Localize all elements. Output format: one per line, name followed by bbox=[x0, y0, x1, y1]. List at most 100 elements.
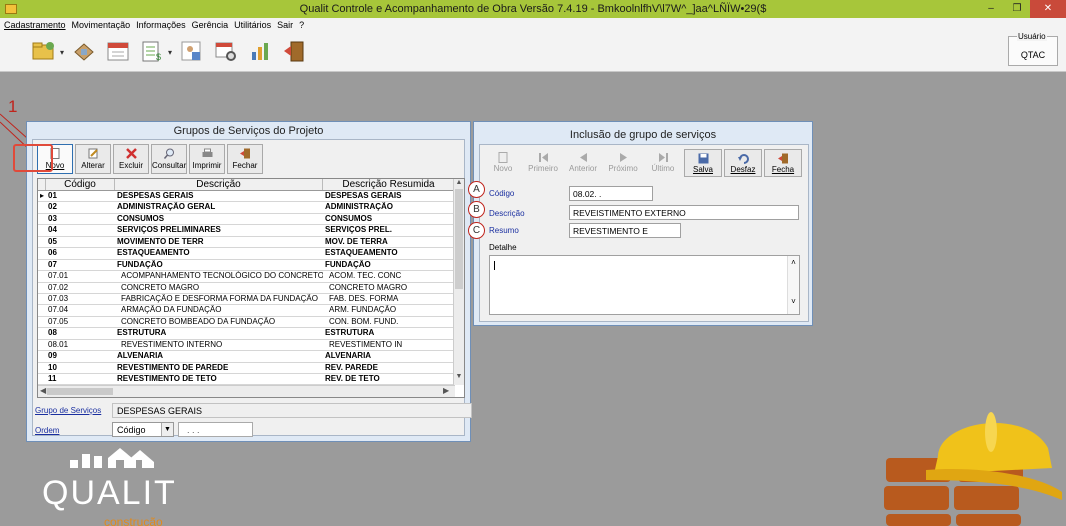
cell-descricao-resumida[interactable]: CONSUMOS bbox=[323, 214, 455, 224]
imprimir-button[interactable]: Imprimir bbox=[189, 144, 225, 174]
cell-descricao-resumida[interactable]: ESTRUTURA bbox=[323, 328, 455, 338]
calendar-icon[interactable] bbox=[106, 40, 132, 64]
desfaz-button[interactable]: Desfaz bbox=[724, 149, 762, 177]
table-row[interactable]: 07.02 CONCRETO MAGRO CONCRETO MAGRO bbox=[38, 283, 464, 294]
exit-door-icon[interactable] bbox=[282, 40, 308, 64]
cell-descricao[interactable]: ESTAQUEAMENTO bbox=[115, 248, 323, 258]
ordem-search-input[interactable]: . . . bbox=[178, 422, 253, 437]
grid-vertical-scrollbar[interactable]: ▲ ▼ bbox=[453, 179, 464, 385]
alterar-button[interactable]: Alterar bbox=[75, 144, 111, 174]
menu-help[interactable]: ? bbox=[299, 18, 308, 34]
cell-descricao[interactable]: ADMINISTRAÇÃO GERAL bbox=[115, 202, 323, 212]
table-row[interactable]: 08 ESTRUTURA ESTRUTURA bbox=[38, 328, 464, 340]
cell-descricao[interactable]: REVESTIMENTO DE TETO bbox=[115, 374, 323, 384]
cell-descricao-resumida[interactable]: CON. BOM. FUND. bbox=[323, 317, 455, 327]
cell-codigo[interactable]: 09 bbox=[46, 351, 115, 361]
cell-codigo[interactable]: 04 bbox=[46, 225, 115, 235]
cell-descricao-resumida[interactable]: CONCRETO MAGRO bbox=[323, 283, 455, 293]
menu-gerencia[interactable]: Gerência bbox=[192, 18, 233, 34]
consultar-button[interactable]: Consultar bbox=[151, 144, 187, 174]
col-descricao-resumida[interactable]: Descrição Resumida bbox=[323, 179, 455, 190]
menu-utilitarios[interactable]: Utilitários bbox=[234, 18, 275, 34]
table-row[interactable]: 03 CONSUMOS CONSUMOS bbox=[38, 214, 464, 226]
fecha-button[interactable]: Fecha bbox=[764, 149, 802, 177]
chart-person-icon[interactable] bbox=[180, 40, 206, 64]
scroll-up-icon[interactable]: ˄ bbox=[788, 258, 799, 267]
detalhe-scrollbar[interactable]: ˄ ˅ bbox=[787, 256, 799, 314]
table-row[interactable]: 07 FUNDAÇÃO FUNDAÇÃO bbox=[38, 260, 464, 272]
cell-descricao-resumida[interactable]: FUNDAÇÃO bbox=[323, 260, 455, 270]
cell-codigo[interactable]: 03 bbox=[46, 214, 115, 224]
cell-descricao[interactable]: DESPESAS GERAIS bbox=[115, 191, 323, 201]
close-button[interactable]: ✕ bbox=[1030, 0, 1066, 18]
grupos-grid[interactable]: Código Descrição Descrição Resumida ▸ 01 D… bbox=[37, 178, 465, 398]
cell-descricao[interactable]: REVESTIMENTO DE PAREDE bbox=[115, 363, 323, 373]
cell-descricao-resumida[interactable]: REV. DE TETO bbox=[323, 374, 455, 384]
cell-descricao-resumida[interactable]: SERVIÇOS PREL. bbox=[323, 225, 455, 235]
table-row[interactable]: 07.03 FABRICAÇÃO E DESFORMA FORMA DA FUND… bbox=[38, 294, 464, 306]
scroll-thumb[interactable] bbox=[455, 189, 463, 289]
cell-descricao[interactable]: ALVENARIA bbox=[115, 351, 323, 361]
cell-descricao[interactable]: CONSUMOS bbox=[115, 214, 323, 224]
col-codigo[interactable]: Código bbox=[46, 179, 115, 190]
cell-codigo[interactable]: 11 bbox=[46, 374, 115, 384]
tools-icon[interactable] bbox=[72, 40, 98, 64]
cell-codigo[interactable]: 06 bbox=[46, 248, 115, 258]
salva-button[interactable]: Salva bbox=[684, 149, 722, 177]
table-row[interactable]: 04 SERVIÇOS PRELIMINARES SERVIÇOS PREL. bbox=[38, 225, 464, 237]
folder-icon[interactable] bbox=[32, 40, 58, 64]
cell-descricao[interactable]: ESTRUTURA bbox=[115, 328, 323, 338]
ordem-select[interactable]: Código ▼ bbox=[112, 422, 174, 437]
cell-descricao-resumida[interactable]: ACOM. TEC. CONC bbox=[323, 271, 455, 281]
minimize-button[interactable]: – bbox=[978, 0, 1004, 18]
scroll-down-icon[interactable]: ˅ bbox=[788, 297, 799, 306]
resumo-input[interactable]: REVESTIMENTO E bbox=[569, 223, 681, 238]
codigo-input[interactable]: 08.02. . bbox=[569, 186, 653, 201]
cell-codigo[interactable]: 07.02 bbox=[46, 283, 115, 293]
table-row[interactable]: 05 MOVIMENTO DE TERR MOV. DE TERRA bbox=[38, 237, 464, 249]
scroll-right-icon[interactable]: ▶ bbox=[443, 386, 449, 395]
cell-descricao[interactable]: MOVIMENTO DE TERR bbox=[115, 237, 323, 247]
cell-descricao[interactable]: CONCRETO MAGRO bbox=[115, 283, 323, 293]
menu-movimentacao[interactable]: Movimentação bbox=[72, 18, 135, 34]
scroll-left-icon[interactable]: ◀ bbox=[40, 386, 46, 395]
table-row[interactable]: 11 REVESTIMENTO DE TETO REV. DE TETO bbox=[38, 374, 464, 386]
cell-descricao[interactable]: CONCRETO BOMBEADO DA FUNDAÇÃO bbox=[115, 317, 323, 327]
hscroll-thumb[interactable] bbox=[47, 388, 113, 395]
excluir-button[interactable]: Excluir bbox=[113, 144, 149, 174]
fechar-button[interactable]: Fechar bbox=[227, 144, 263, 174]
menu-sair[interactable]: Sair bbox=[277, 18, 297, 34]
calendar-clock-icon[interactable] bbox=[214, 40, 240, 64]
cell-descricao-resumida[interactable]: REV. PAREDE bbox=[323, 363, 455, 373]
cell-descricao[interactable]: SERVIÇOS PRELIMINARES bbox=[115, 225, 323, 235]
scroll-up-icon[interactable]: ▲ bbox=[454, 179, 464, 186]
cell-codigo[interactable]: 07.01 bbox=[46, 271, 115, 281]
table-row[interactable]: 06 ESTAQUEAMENTO ESTAQUEAMENTO bbox=[38, 248, 464, 260]
dropdown-arrow-icon[interactable]: ▾ bbox=[60, 48, 68, 57]
cell-codigo[interactable]: 01 bbox=[46, 191, 115, 201]
cell-codigo[interactable]: 08 bbox=[46, 328, 115, 338]
table-row[interactable]: 07.05 CONCRETO BOMBEADO DA FUNDAÇÃO CON. B… bbox=[38, 317, 464, 329]
grid-horizontal-scrollbar[interactable]: ◀ ▶ bbox=[38, 385, 455, 397]
table-row[interactable]: 07.01 ACOMPANHAMENTO TECNOLÓGICO DO CONCR… bbox=[38, 271, 464, 283]
cell-codigo[interactable]: 08.01 bbox=[46, 340, 115, 350]
dropdown-arrow-icon[interactable]: ▾ bbox=[168, 48, 176, 57]
cell-descricao[interactable]: REVESTIMENTO INTERNO bbox=[115, 340, 323, 350]
cell-descricao-resumida[interactable]: ARM. FUNDAÇÃO bbox=[323, 305, 455, 315]
table-row[interactable]: 10 REVESTIMENTO DE PAREDE REV. PAREDE bbox=[38, 363, 464, 374]
stats-icon[interactable] bbox=[248, 40, 274, 64]
spreadsheet-icon[interactable]: $ bbox=[140, 40, 166, 64]
cell-codigo[interactable]: 02 bbox=[46, 202, 115, 212]
menu-cadastramento[interactable]: Cadastramento bbox=[4, 18, 70, 34]
cell-descricao[interactable]: ARMAÇÃO DA FUNDAÇÃO bbox=[115, 305, 323, 315]
cell-descricao-resumida[interactable]: REVESTIMENTO IN bbox=[323, 340, 455, 350]
table-row[interactable]: 09 ALVENARIA ALVENARIA bbox=[38, 351, 464, 363]
cell-descricao[interactable]: ACOMPANHAMENTO TECNOLÓGICO DO CONCRETO bbox=[115, 271, 323, 281]
cell-descricao-resumida[interactable]: ESTAQUEAMENTO bbox=[323, 248, 455, 258]
cell-descricao-resumida[interactable]: FAB. DES. FORMA bbox=[323, 294, 455, 304]
cell-descricao[interactable]: FUNDAÇÃO bbox=[115, 260, 323, 270]
cell-descricao[interactable]: FABRICAÇÃO E DESFORMA FORMA DA FUNDAÇÃO bbox=[115, 294, 323, 304]
table-row[interactable]: ▸ 01 DESPESAS GERAIS DESPESAS GERAIS bbox=[38, 191, 464, 203]
col-descricao[interactable]: Descrição bbox=[115, 179, 323, 190]
cell-descricao-resumida[interactable]: DESPESAS GERAIS bbox=[323, 191, 455, 201]
